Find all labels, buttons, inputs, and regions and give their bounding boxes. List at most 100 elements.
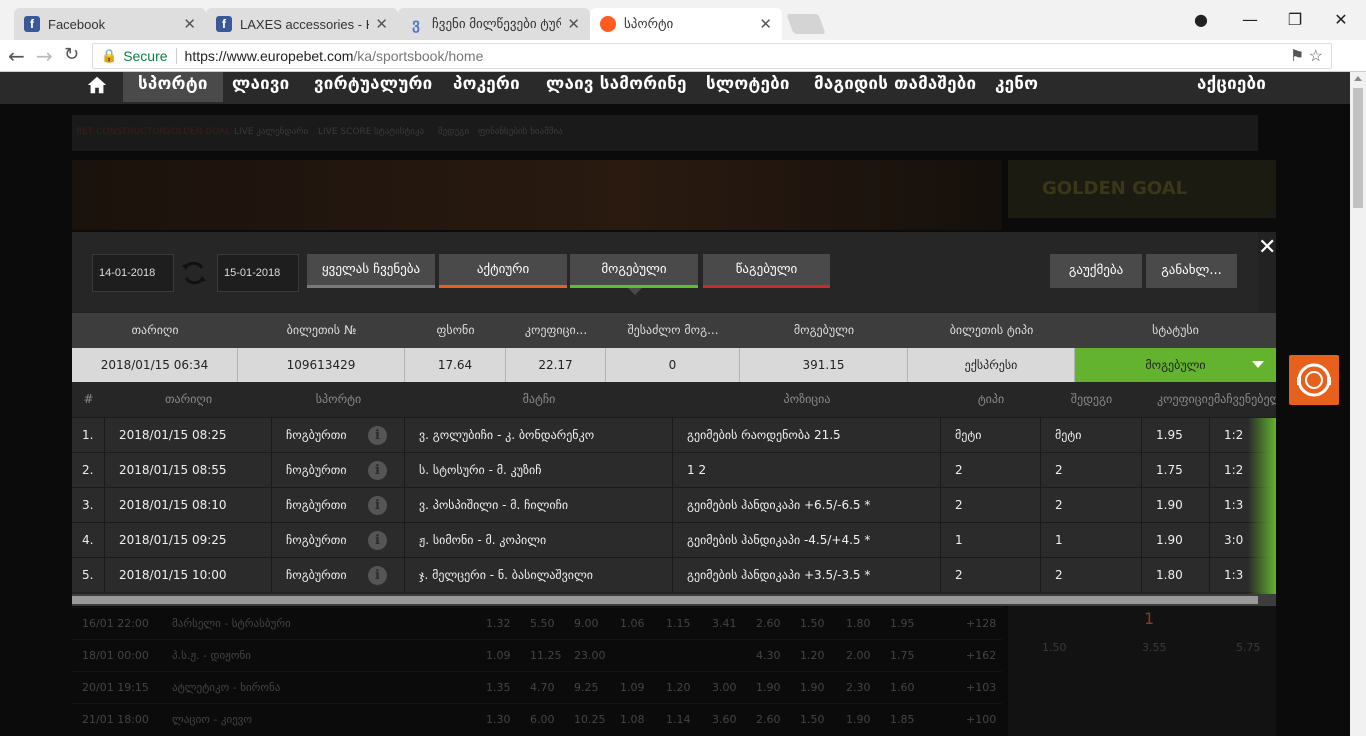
nav-item-promotions[interactable]: აქციები xyxy=(1197,72,1266,102)
close-icon[interactable]: ✕ xyxy=(759,15,772,33)
filter-active-button[interactable]: აქტიური xyxy=(439,254,567,288)
tab-title: Facebook xyxy=(48,16,106,32)
column-header: თარიღი xyxy=(131,323,179,337)
subnav-item: LIVE კალენდარი xyxy=(234,127,309,137)
column-header: მოგებული xyxy=(793,323,855,337)
subnav-item: BET CONSTRUCTOR xyxy=(76,127,166,137)
window-close-icon[interactable]: ✕ xyxy=(1326,10,1356,29)
promo-banner xyxy=(72,160,1002,230)
table-row: 5. 2018/01/15 10:00 ჩოგბურთი i ჯ. მელცერ… xyxy=(72,557,1276,592)
secure-label: Secure xyxy=(123,48,177,64)
subnav-item: ფინანსების ხიამშია xyxy=(478,127,563,137)
info-icon[interactable]: i xyxy=(368,496,387,515)
renew-button[interactable]: განახლ... xyxy=(1146,254,1237,288)
column-header: სპორტი xyxy=(315,392,362,406)
browser-tab[interactable]: f LAXES accessories - Hom ✕ xyxy=(206,8,398,40)
maximize-icon[interactable]: ❐ xyxy=(1280,10,1310,29)
table-row: 1. 2018/01/15 08:25 ჩოგბურთი i ვ. გოლუბი… xyxy=(72,417,1276,452)
ticket-coefficient: 22.17 xyxy=(506,348,606,382)
page-vertical-scrollbar[interactable] xyxy=(1350,72,1366,736)
close-icon[interactable]: ✕ xyxy=(375,15,388,33)
refresh-icon[interactable] xyxy=(180,259,208,287)
table-row: 2. 2018/01/15 08:55 ჩოგბურთი i ს. სტოსურ… xyxy=(72,452,1276,487)
profile-icon[interactable]: ● xyxy=(1186,10,1216,29)
filter-won-button[interactable]: მოგებული xyxy=(570,254,698,288)
support-chat-button[interactable] xyxy=(1289,355,1339,405)
close-icon[interactable]: ✕ xyxy=(183,15,196,33)
ticket-won-amount: 391.15 xyxy=(740,348,908,382)
ticket-number: 109613429 xyxy=(238,348,405,382)
browser-tab-bar: f Facebook ✕ f LAXES accessories - Hom ✕… xyxy=(0,0,1366,40)
browser-tab[interactable]: ვ ჩვენი მილწევები ტურ ✕ xyxy=(398,8,590,40)
forward-arrow-icon[interactable]: → xyxy=(36,44,53,68)
tab-title: სპორტი xyxy=(624,16,674,31)
close-icon[interactable]: ✕ xyxy=(1258,236,1276,260)
scrollbar-thumb[interactable] xyxy=(1353,88,1363,208)
nav-item-sport[interactable]: სპორტი xyxy=(123,72,223,102)
column-header: პოზიცია xyxy=(783,392,831,406)
subnav-item: GOLDEN GOAL xyxy=(164,127,231,137)
nav-item-poker[interactable]: პოკერი xyxy=(453,72,520,102)
facebook-icon: f xyxy=(24,16,40,32)
nav-item-keno[interactable]: კენო xyxy=(995,72,1038,102)
column-header: მაჩვენებელი xyxy=(1214,392,1276,406)
info-icon[interactable]: i xyxy=(368,531,387,550)
golden-goal-banner: GOLDEN GOAL xyxy=(1008,160,1276,218)
address-bar: ← → ↻ 🔒 Secure https://www.europebet.com… xyxy=(0,40,1366,72)
date-from-input[interactable]: 14-01-2018 xyxy=(92,254,174,292)
tab-title: ჩვენი მილწევები ტურ xyxy=(432,16,562,31)
url-field[interactable]: 🔒 Secure https://www.europebet.com/ka/sp… xyxy=(92,43,1332,69)
site-main-nav: სპორტი ლაივი ვირტუალური პოკერი ლაივ სამო… xyxy=(0,72,1350,104)
reload-icon[interactable]: ↻ xyxy=(64,44,79,65)
expand-arrow-icon[interactable] xyxy=(1252,361,1264,368)
column-header: # xyxy=(83,392,94,406)
close-icon[interactable]: ✕ xyxy=(567,15,580,33)
cancel-bet-button[interactable]: გაუქმება xyxy=(1050,254,1142,288)
new-tab-button[interactable] xyxy=(786,14,826,34)
minimize-icon[interactable]: — xyxy=(1235,10,1265,29)
subnav-item: შედეგი xyxy=(438,127,470,137)
column-header: კოეფიცი... xyxy=(524,323,588,337)
bet-history-modal: 14-01-2018 15-01-2018 ყველას ჩვენება აქტ… xyxy=(72,232,1276,606)
lock-icon: 🔒 xyxy=(101,48,118,63)
table-row: 4. 2018/01/15 09:25 ჩოგბურთი i ჟ. სიმონი… xyxy=(72,522,1276,557)
horizontal-scrollbar[interactable] xyxy=(72,594,1276,606)
info-icon[interactable]: i xyxy=(368,426,387,445)
ticket-possible-win: 0 xyxy=(606,348,740,382)
info-icon[interactable]: i xyxy=(368,461,387,480)
scroll-up-arrow-icon[interactable] xyxy=(1354,76,1362,81)
background-match-row: 20/01 19:15 ატლეტიკო - ხირონა 1.35 4.70 … xyxy=(72,671,1002,701)
subnav-item: LIVE SCORE xyxy=(318,127,372,137)
column-header: შედეგი xyxy=(1070,392,1113,406)
europebet-icon: ვ xyxy=(412,16,420,33)
column-header: ტიპი xyxy=(977,392,1005,406)
bookmark-star-icon[interactable]: ⚑ ☆ xyxy=(1290,46,1323,66)
ticket-stake: 17.64 xyxy=(405,348,506,382)
info-icon[interactable]: i xyxy=(368,566,387,585)
background-betslip-panel: 1 1.50 3.55 5.75 xyxy=(1008,605,1276,736)
browser-tab[interactable]: f Facebook ✕ xyxy=(14,8,206,40)
url-host: https://www.europebet.com xyxy=(184,48,354,64)
filter-lost-button[interactable]: წაგებული xyxy=(703,254,830,288)
selected-filter-caret xyxy=(628,288,642,295)
column-header: კოეფიციენტი xyxy=(1157,392,1214,406)
filter-all-button[interactable]: ყველას ჩვენება xyxy=(307,254,435,288)
nav-item-live[interactable]: ლაივი xyxy=(232,72,289,102)
nav-item-virtual[interactable]: ვირტუალური xyxy=(314,72,432,102)
column-header: ბილეთის № xyxy=(286,323,357,337)
home-icon[interactable] xyxy=(86,74,108,96)
nav-item-live-casino[interactable]: ლაივ სამორინე xyxy=(546,72,687,102)
browser-tab-active[interactable]: სპორტი ✕ xyxy=(590,8,782,40)
table-row: 3. 2018/01/15 08:10 ჩოგბურთი i ვ. პოსპიშ… xyxy=(72,487,1276,522)
ticket-status-badge[interactable]: მოგებული xyxy=(1075,348,1276,382)
column-header: სტატუსი xyxy=(1152,323,1199,337)
column-header: ფსონი xyxy=(436,323,475,337)
lifebuoy-icon xyxy=(1297,363,1331,397)
scrollbar-thumb[interactable] xyxy=(72,596,1258,604)
background-match-row: 21/01 18:00 ლაციო - კიევო 1.30 6.00 10.2… xyxy=(72,703,1002,733)
ticket-summary-row[interactable]: 2018/01/15 06:34 109613429 17.64 22.17 0… xyxy=(72,348,1276,382)
nav-item-slots[interactable]: სლოტები xyxy=(706,72,790,102)
back-arrow-icon[interactable]: ← xyxy=(8,44,25,68)
nav-item-table-games[interactable]: მაგიდის თამაშები xyxy=(814,72,976,102)
date-to-input[interactable]: 15-01-2018 xyxy=(217,254,299,292)
